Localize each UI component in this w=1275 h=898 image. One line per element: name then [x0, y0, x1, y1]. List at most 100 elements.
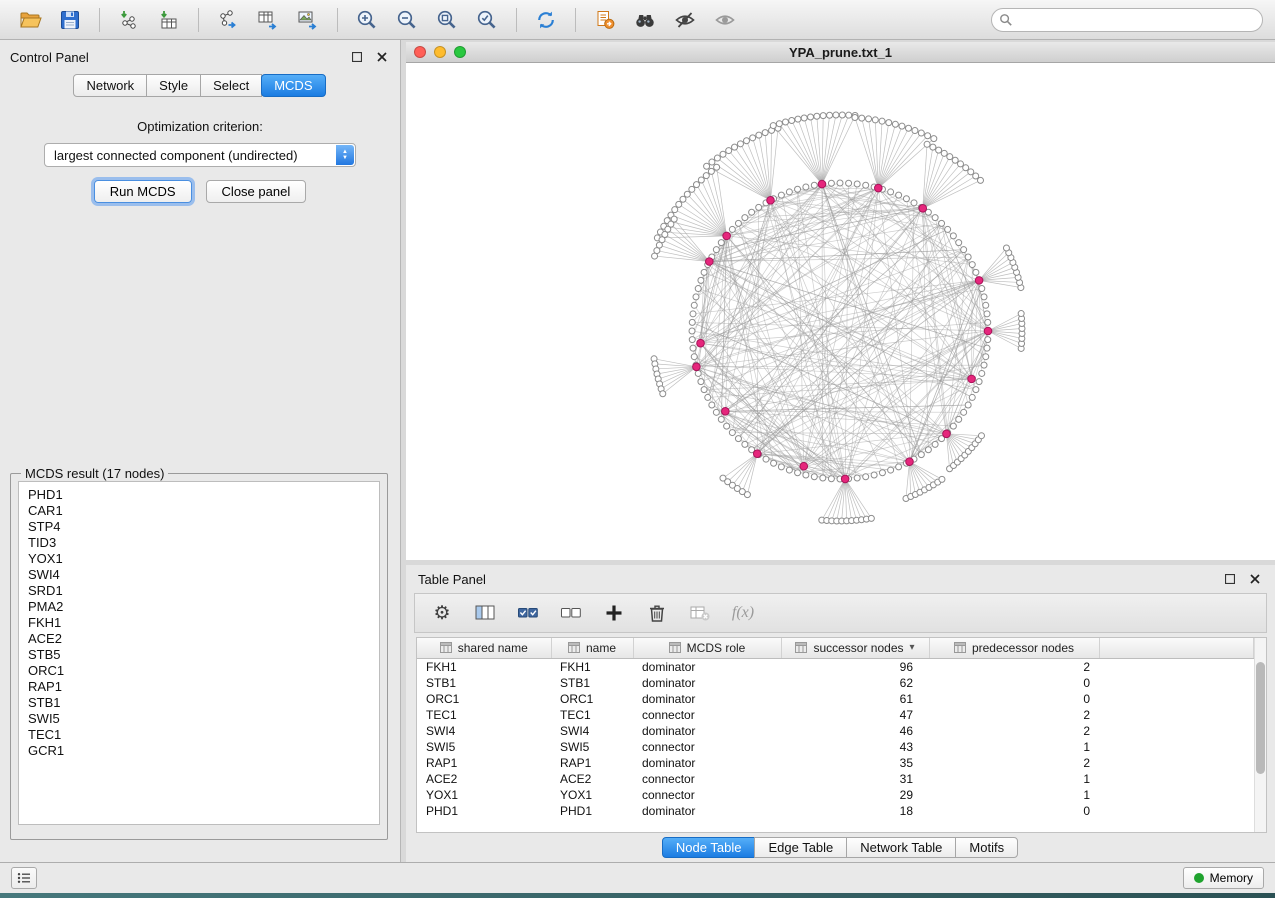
cell-predecessors[interactable]: 1 — [929, 787, 1099, 803]
close-window-button[interactable] — [414, 46, 426, 58]
network-canvas[interactable] — [406, 63, 1275, 560]
mcds-result-item[interactable]: TID3 — [28, 535, 370, 551]
mcds-result-item[interactable]: STP4 — [28, 519, 370, 535]
mcds-result-item[interactable]: YOX1 — [28, 551, 370, 567]
float-table-panel-button[interactable] — [1222, 571, 1238, 587]
cell-successors[interactable]: 47 — [781, 707, 929, 723]
cell-role[interactable]: dominator — [633, 691, 781, 707]
table-row[interactable]: ACE2ACE2connector311 — [417, 771, 1254, 787]
cell-role[interactable]: dominator — [633, 723, 781, 739]
cell-predecessors[interactable]: 1 — [929, 739, 1099, 755]
mcds-result-item[interactable]: PHD1 — [28, 487, 370, 503]
cell-name[interactable]: SWI5 — [551, 739, 633, 755]
cell-role[interactable]: connector — [633, 771, 781, 787]
cell-role[interactable]: dominator — [633, 658, 781, 675]
maximize-window-button[interactable] — [454, 46, 466, 58]
mcds-result-item[interactable]: GCR1 — [28, 743, 370, 759]
cell-shared_name[interactable]: RAP1 — [417, 755, 551, 771]
cell-predecessors[interactable]: 2 — [929, 723, 1099, 739]
export-image-button[interactable] — [290, 5, 326, 35]
cell-predecessors[interactable]: 2 — [929, 755, 1099, 771]
import-table-button[interactable] — [151, 5, 187, 35]
cell-role[interactable]: dominator — [633, 803, 781, 819]
network-window-titlebar[interactable]: YPA_prune.txt_1 — [406, 42, 1275, 63]
zoom-fit-button[interactable] — [429, 5, 465, 35]
cell-shared_name[interactable]: TEC1 — [417, 707, 551, 723]
graphics-details-button[interactable] — [707, 5, 743, 35]
tab-network-table[interactable]: Network Table — [846, 837, 956, 858]
refresh-layout-button[interactable] — [528, 5, 564, 35]
mcds-result-item[interactable]: ORC1 — [28, 663, 370, 679]
cell-role[interactable]: connector — [633, 787, 781, 803]
mcds-result-item[interactable]: SWI4 — [28, 567, 370, 583]
scrollbar-thumb[interactable] — [1256, 662, 1265, 774]
cell-shared_name[interactable]: SWI5 — [417, 739, 551, 755]
cell-name[interactable]: SWI4 — [551, 723, 633, 739]
table-row[interactable]: SWI5SWI5connector431 — [417, 739, 1254, 755]
cell-name[interactable]: PHD1 — [551, 803, 633, 819]
cell-name[interactable]: STB1 — [551, 675, 633, 691]
cell-name[interactable]: FKH1 — [551, 658, 633, 675]
table-row[interactable]: STB1STB1dominator620 — [417, 675, 1254, 691]
mcds-result-item[interactable]: RAP1 — [28, 679, 370, 695]
cell-predecessors[interactable]: 2 — [929, 707, 1099, 723]
table-vertical-scrollbar[interactable] — [1254, 638, 1266, 832]
open-file-button[interactable] — [12, 5, 48, 35]
cell-predecessors[interactable]: 2 — [929, 658, 1099, 675]
mcds-result-item[interactable]: PMA2 — [28, 599, 370, 615]
cell-successors[interactable]: 31 — [781, 771, 929, 787]
table-row[interactable]: SWI4SWI4dominator462 — [417, 723, 1254, 739]
cell-name[interactable]: ACE2 — [551, 771, 633, 787]
cell-successors[interactable]: 35 — [781, 755, 929, 771]
tab-network[interactable]: Network — [73, 74, 147, 97]
close-panel-button-mcds[interactable]: Close panel — [206, 180, 307, 203]
cell-predecessors[interactable]: 0 — [929, 803, 1099, 819]
mcds-result-item[interactable]: SWI5 — [28, 711, 370, 727]
close-table-panel-button[interactable] — [1247, 571, 1263, 587]
find-button[interactable] — [627, 5, 663, 35]
mcds-result-item[interactable]: ACE2 — [28, 631, 370, 647]
tab-select[interactable]: Select — [200, 74, 262, 97]
mcds-result-list[interactable]: PHD1CAR1STP4TID3YOX1SWI4SRD1PMA2FKH1ACE2… — [18, 481, 380, 825]
cell-name[interactable]: TEC1 — [551, 707, 633, 723]
minimize-window-button[interactable] — [434, 46, 446, 58]
unselect-all-columns-button[interactable] — [558, 600, 584, 626]
zoom-in-button[interactable] — [349, 5, 385, 35]
column-header-predecessor-nodes[interactable]: predecessor nodes — [929, 638, 1099, 658]
cell-successors[interactable]: 46 — [781, 723, 929, 739]
hide-unhide-button[interactable] — [667, 5, 703, 35]
cell-name[interactable]: YOX1 — [551, 787, 633, 803]
zoom-out-button[interactable] — [389, 5, 425, 35]
table-row[interactable]: PHD1PHD1dominator180 — [417, 803, 1254, 819]
cell-shared_name[interactable]: PHD1 — [417, 803, 551, 819]
column-header-mcds-role[interactable]: MCDS role — [633, 638, 781, 658]
tab-mcds[interactable]: MCDS — [261, 74, 325, 97]
cell-successors[interactable]: 43 — [781, 739, 929, 755]
cell-successors[interactable]: 61 — [781, 691, 929, 707]
tab-node-table[interactable]: Node Table — [662, 837, 756, 858]
column-header-shared-name[interactable]: shared name — [417, 638, 551, 658]
table-row[interactable]: FKH1FKH1dominator962 — [417, 658, 1254, 675]
search-input[interactable] — [991, 8, 1263, 32]
optimization-criterion-select[interactable]: largest connected component (undirected)… — [44, 143, 356, 167]
float-panel-button[interactable] — [349, 49, 365, 65]
column-header-name[interactable]: name — [551, 638, 633, 658]
cell-predecessors[interactable]: 0 — [929, 691, 1099, 707]
save-session-button[interactable] — [52, 5, 88, 35]
cell-predecessors[interactable]: 0 — [929, 675, 1099, 691]
export-table-button[interactable] — [250, 5, 286, 35]
mcds-result-item[interactable]: SRD1 — [28, 583, 370, 599]
mcds-result-item[interactable]: STB1 — [28, 695, 370, 711]
cell-role[interactable]: dominator — [633, 675, 781, 691]
run-mcds-button[interactable]: Run MCDS — [94, 180, 192, 203]
import-network-button[interactable] — [111, 5, 147, 35]
cell-successors[interactable]: 18 — [781, 803, 929, 819]
tab-motifs[interactable]: Motifs — [955, 837, 1018, 858]
cell-predecessors[interactable]: 1 — [929, 771, 1099, 787]
mcds-result-item[interactable]: STB5 — [28, 647, 370, 663]
table-row[interactable]: RAP1RAP1dominator352 — [417, 755, 1254, 771]
create-column-button[interactable] — [601, 600, 627, 626]
table-row[interactable]: ORC1ORC1dominator610 — [417, 691, 1254, 707]
zoom-selected-button[interactable] — [469, 5, 505, 35]
table-settings-button[interactable]: ⚙ — [429, 600, 455, 626]
